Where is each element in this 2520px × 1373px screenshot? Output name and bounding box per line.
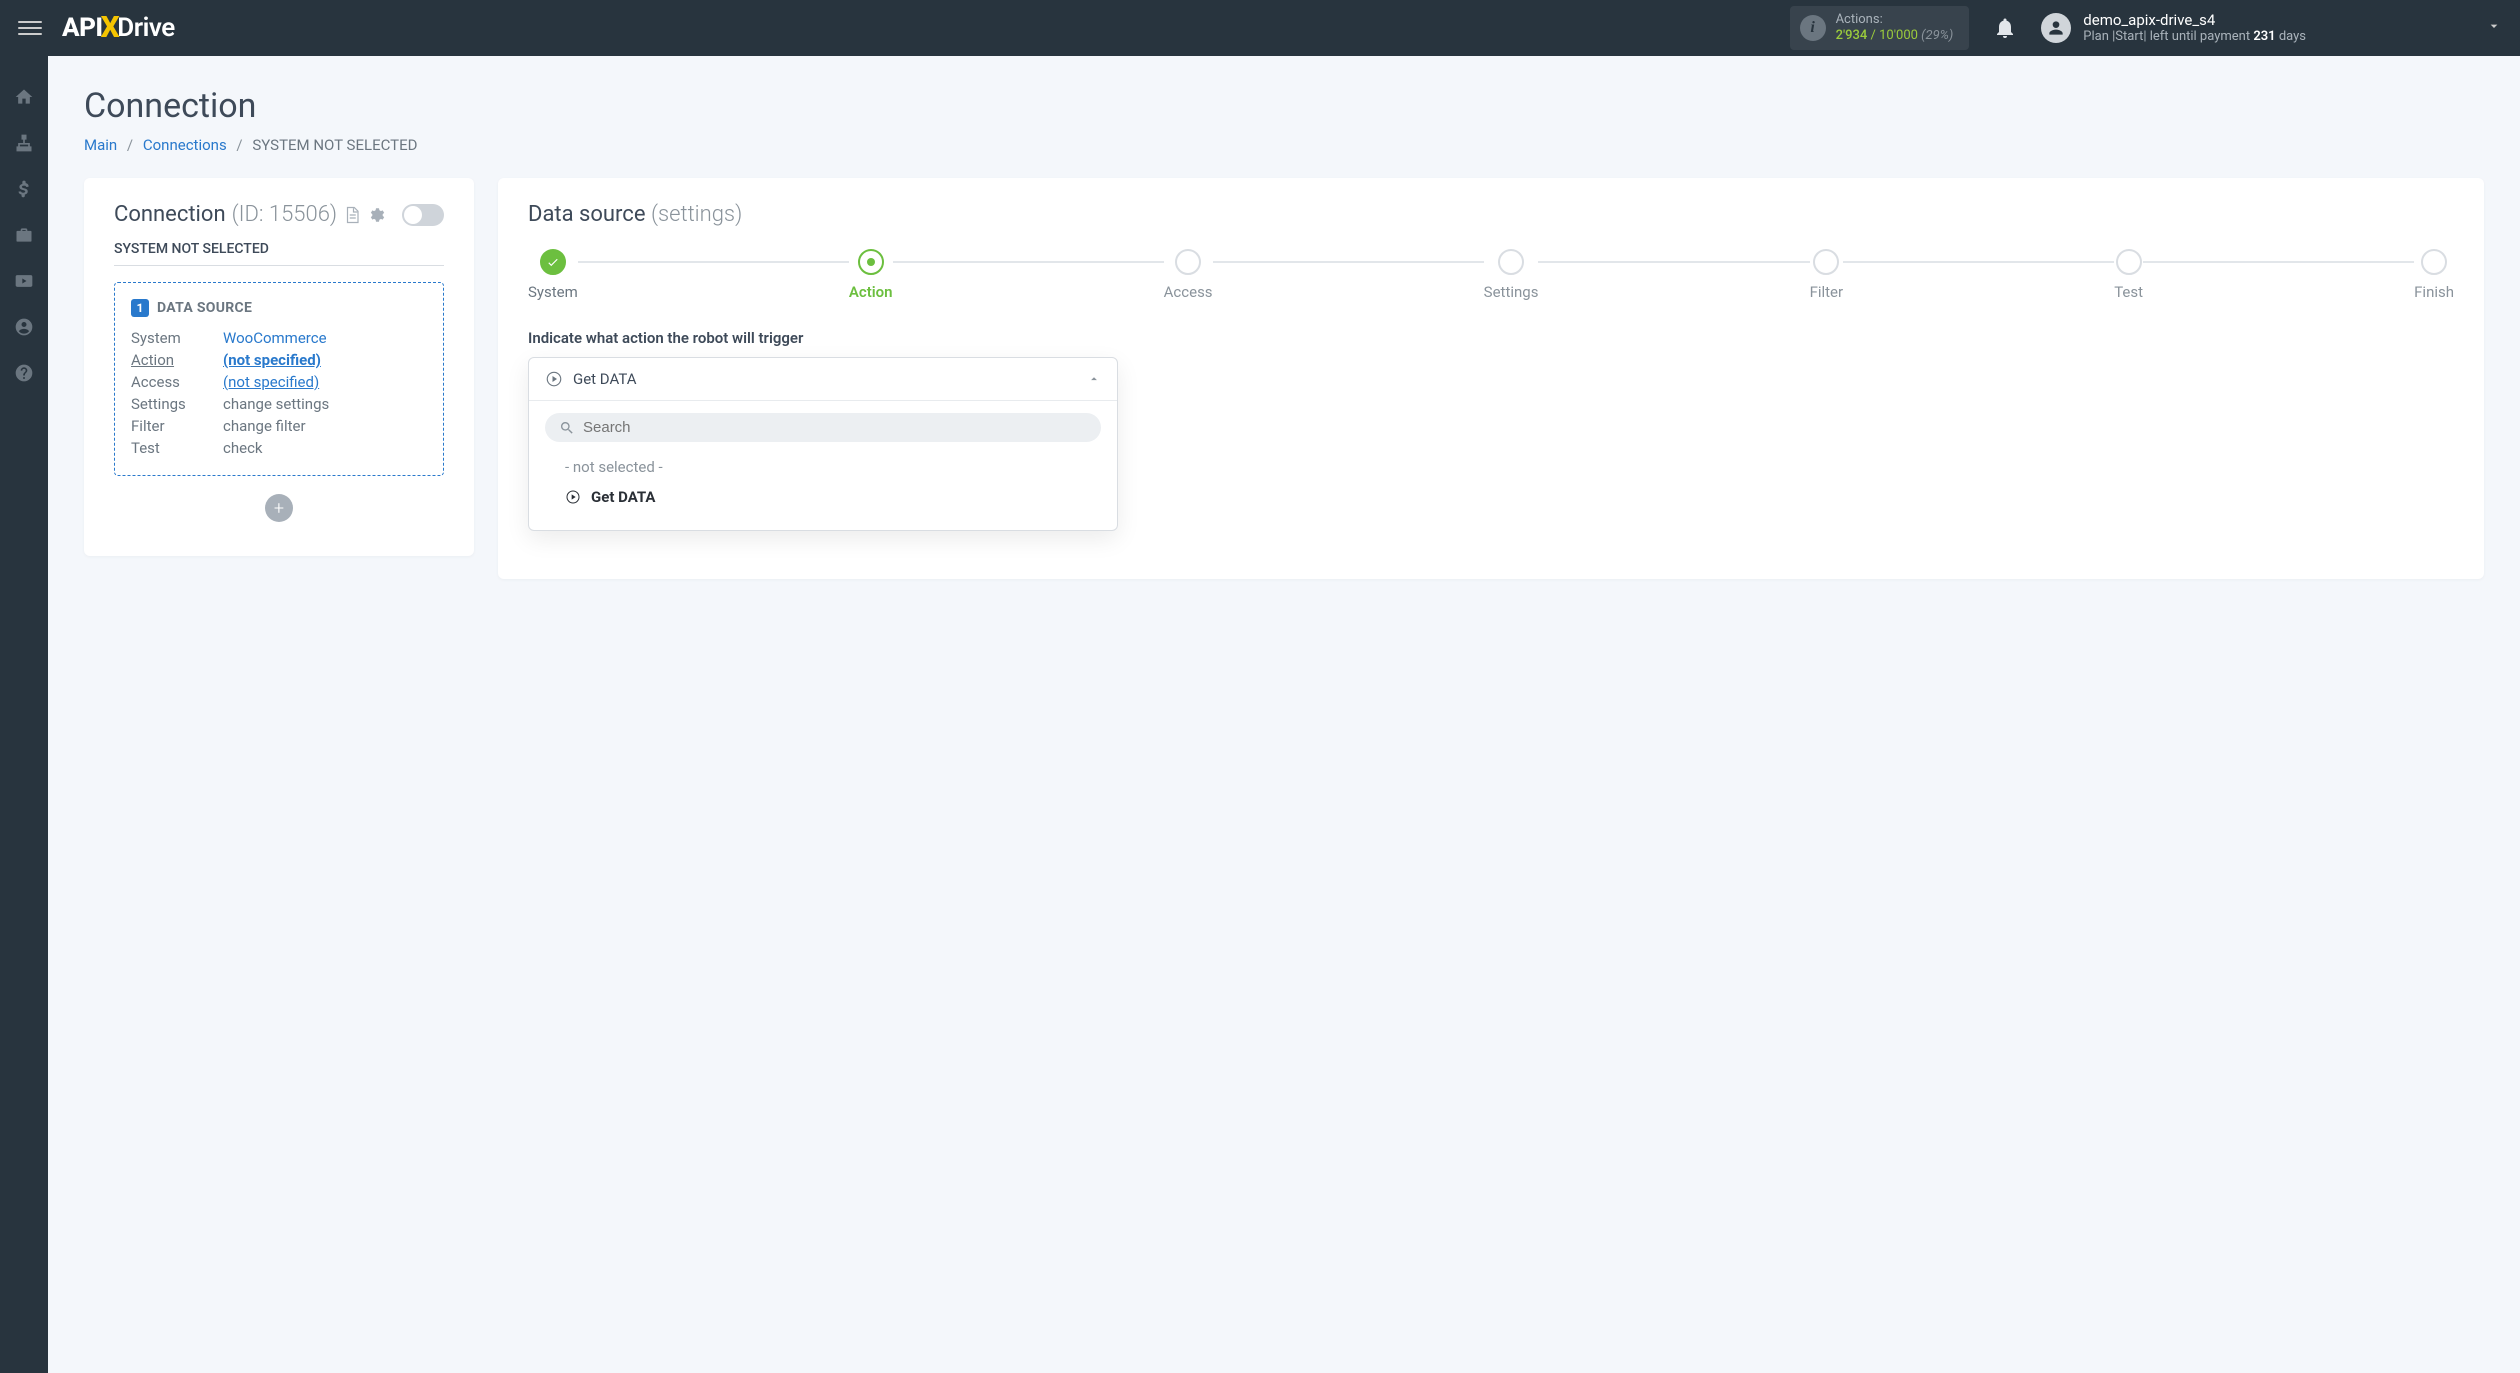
ds-test-value[interactable]: check: [223, 439, 263, 457]
connection-subtitle: SYSTEM NOT SELECTED: [114, 241, 444, 266]
sidebar-account-icon[interactable]: [0, 311, 48, 343]
data-source-title: DATA SOURCE: [157, 300, 252, 316]
info-icon: i: [1800, 15, 1826, 41]
ds-system-value[interactable]: WooCommerce: [223, 329, 327, 347]
header-caret-icon[interactable]: [2486, 18, 2502, 38]
actions-used: 2'934: [1836, 28, 1868, 43]
sidebar-video-icon[interactable]: [0, 265, 48, 297]
avatar-icon: [2041, 13, 2071, 43]
ds-test-label: Test: [131, 439, 223, 457]
actions-percent: (29%): [1921, 28, 1953, 43]
gear-icon[interactable]: [367, 206, 385, 224]
wizard-stepper: System Action Access Setti: [528, 249, 2454, 301]
logo-x-icon: X: [101, 10, 120, 45]
username: demo_apix-drive_s4: [2083, 11, 2306, 29]
sidebar: [0, 56, 48, 1373]
ds-action-value[interactable]: (not specified): [223, 351, 321, 369]
search-input[interactable]: [583, 419, 1087, 436]
connection-card: Connection (ID: 15506) SYSTEM NOT SELECT…: [84, 178, 474, 556]
breadcrumb-main[interactable]: Main: [84, 136, 117, 154]
step-action[interactable]: Action: [849, 249, 893, 301]
step-test[interactable]: Test: [2114, 249, 2143, 301]
actions-sep: /: [1867, 28, 1879, 43]
step-access[interactable]: Access: [1164, 249, 1213, 301]
breadcrumb: Main / Connections / SYSTEM NOT SELECTED: [84, 136, 2484, 154]
user-menu[interactable]: demo_apix-drive_s4 Plan |Start| left unt…: [2041, 11, 2306, 45]
ds-filter-label: Filter: [131, 417, 223, 435]
connection-id: (ID: 15506): [232, 202, 337, 227]
action-instruction: Indicate what action the robot will trig…: [528, 329, 2454, 347]
step-filter[interactable]: Filter: [1810, 249, 1844, 301]
search-icon: [559, 420, 575, 436]
page-title: Connection: [84, 86, 2484, 126]
step-system[interactable]: System: [528, 249, 578, 301]
actions-label: Actions:: [1836, 12, 1954, 28]
action-dropdown: Get DATA - not selected - Get DATA: [528, 357, 1118, 531]
document-icon[interactable]: [343, 206, 361, 224]
ds-filter-value[interactable]: change filter: [223, 417, 306, 435]
option-not-selected[interactable]: - not selected -: [545, 452, 1101, 482]
dropdown-search[interactable]: [545, 413, 1101, 442]
logo-drive: Drive: [117, 13, 174, 43]
logo[interactable]: API X Drive: [62, 11, 175, 46]
logo-api: API: [62, 13, 103, 43]
actions-counter[interactable]: i Actions: 2'934 / 10'000 (29%): [1790, 6, 1970, 49]
option-get-data[interactable]: Get DATA: [545, 482, 1101, 512]
breadcrumb-connections[interactable]: Connections: [143, 136, 227, 154]
plan-info: Plan |Start| left until payment 231 days: [2083, 29, 2306, 45]
breadcrumb-current: SYSTEM NOT SELECTED: [252, 136, 417, 154]
notifications-icon[interactable]: [1993, 16, 2017, 40]
ds-system-label: System: [131, 329, 223, 347]
ds-access-value[interactable]: (not specified): [223, 373, 319, 391]
ds-action-label: Action: [131, 351, 223, 369]
data-source-settings-card: Data source (settings) System Action: [498, 178, 2484, 579]
data-source-box: 1 DATA SOURCE SystemWooCommerce Action(n…: [114, 282, 444, 476]
play-icon: [545, 370, 563, 388]
add-destination-button[interactable]: +: [265, 494, 293, 522]
chevron-up-icon: [1087, 372, 1101, 386]
settings-title: Data source (settings): [528, 202, 2454, 227]
sidebar-connections-icon[interactable]: [0, 127, 48, 159]
step-settings[interactable]: Settings: [1484, 249, 1539, 301]
sidebar-home-icon[interactable]: [0, 81, 48, 113]
menu-toggle-button[interactable]: [18, 16, 42, 40]
ds-access-label: Access: [131, 373, 223, 391]
sidebar-billing-icon[interactable]: [0, 173, 48, 205]
sidebar-briefcase-icon[interactable]: [0, 219, 48, 251]
ds-settings-label: Settings: [131, 395, 223, 413]
sidebar-help-icon[interactable]: [0, 357, 48, 389]
step-finish[interactable]: Finish: [2414, 249, 2454, 301]
dropdown-toggle[interactable]: Get DATA: [529, 358, 1117, 401]
header-bar: API X Drive i Actions: 2'934 / 10'000 (2…: [0, 0, 2520, 56]
connection-toggle[interactable]: [402, 204, 444, 226]
connection-title: Connection: [114, 202, 226, 227]
actions-total: 10'000: [1879, 28, 1918, 43]
ds-settings-value[interactable]: change settings: [223, 395, 329, 413]
play-icon: [565, 489, 581, 505]
data-source-badge: 1: [131, 299, 149, 317]
dropdown-selected: Get DATA: [573, 370, 637, 388]
